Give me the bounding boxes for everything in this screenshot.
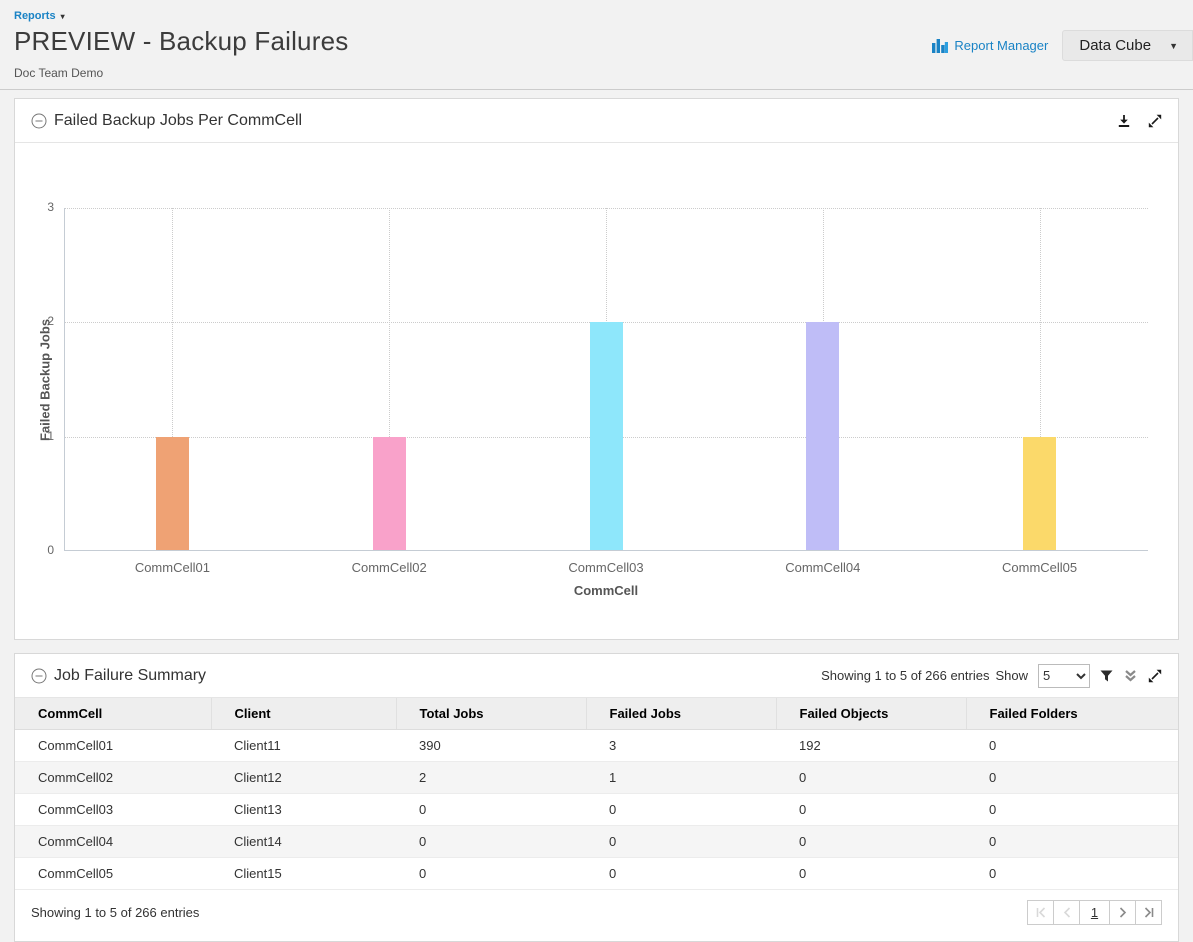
previous-page-button[interactable] <box>1053 900 1080 925</box>
table-panel-header: Job Failure Summary Showing 1 to 5 of 26… <box>15 654 1178 698</box>
x-category-label: CommCell04 <box>748 560 898 575</box>
summary-table-head: CommCellClientTotal JobsFailed JobsFaile… <box>15 698 1178 730</box>
footer-showing-text: Showing 1 to 5 of 266 entries <box>31 905 199 920</box>
last-page-button[interactable] <box>1135 900 1162 925</box>
table-footer: Showing 1 to 5 of 266 entries 1 <box>15 890 1178 941</box>
table-cell: 0 <box>396 794 586 826</box>
y-tick-label: 3 <box>14 200 54 214</box>
summary-table-body: CommCell01Client1139031920CommCell02Clie… <box>15 730 1178 890</box>
table-row[interactable]: CommCell03Client130000 <box>15 794 1178 826</box>
table-cell: CommCell02 <box>15 762 211 794</box>
table-panel-title-text: Job Failure Summary <box>54 667 206 685</box>
expand-icon[interactable] <box>1148 114 1162 128</box>
chart-panel: Failed Backup Jobs Per CommCell 0123Comm… <box>14 98 1179 640</box>
current-page-button[interactable]: 1 <box>1079 900 1110 925</box>
table-row[interactable]: CommCell01Client1139031920 <box>15 730 1178 762</box>
page-header: Reports ▾ PREVIEW - Backup Failures Repo… <box>0 0 1193 90</box>
column-header[interactable]: Failed Jobs <box>586 698 776 730</box>
table-cell: Client12 <box>211 762 396 794</box>
expand-icon[interactable] <box>1148 669 1162 683</box>
chart-body: 0123CommCell01CommCell02CommCell03CommCe… <box>15 143 1178 639</box>
table-row[interactable]: CommCell04Client140000 <box>15 826 1178 858</box>
y-tick-label: 0 <box>14 543 54 557</box>
y-axis-title: Failed Backup Jobs <box>38 318 53 440</box>
table-row[interactable]: CommCell02Client122100 <box>15 762 1178 794</box>
chart-panel-header: Failed Backup Jobs Per CommCell <box>15 99 1178 143</box>
table-cell: 0 <box>396 858 586 890</box>
bar-chart-icon <box>932 38 948 53</box>
column-header[interactable]: Failed Folders <box>966 698 1178 730</box>
show-label: Show <box>995 668 1028 683</box>
table-cell: Client11 <box>211 730 396 762</box>
table-cell: CommCell03 <box>15 794 211 826</box>
filter-icon[interactable] <box>1100 670 1113 682</box>
table-cell: Client14 <box>211 826 396 858</box>
data-cube-dropdown[interactable]: Data Cube ▼ <box>1062 30 1193 61</box>
table-cell: 390 <box>396 730 586 762</box>
table-cell: CommCell01 <box>15 730 211 762</box>
table-cell: 0 <box>776 762 966 794</box>
next-page-button[interactable] <box>1109 900 1136 925</box>
chart-panel-title: Failed Backup Jobs Per CommCell <box>31 112 302 130</box>
column-header[interactable]: Total Jobs <box>396 698 586 730</box>
table-cell: Client13 <box>211 794 396 826</box>
summary-table: CommCellClientTotal JobsFailed JobsFaile… <box>15 698 1178 890</box>
chart-panel-title-text: Failed Backup Jobs Per CommCell <box>54 112 302 130</box>
column-header[interactable]: CommCell <box>15 698 211 730</box>
report-manager-link[interactable]: Report Manager <box>932 38 1048 53</box>
download-icon[interactable] <box>1117 114 1131 128</box>
page-subtitle: Doc Team Demo <box>14 66 1179 80</box>
chevron-down-icon: ▼ <box>1169 41 1178 51</box>
table-cell: Client15 <box>211 858 396 890</box>
collapse-icon[interactable] <box>31 113 47 129</box>
report-manager-label: Report Manager <box>954 38 1048 53</box>
double-chevron-down-icon[interactable] <box>1123 669 1138 683</box>
x-axis-title: CommCell <box>64 583 1148 598</box>
chart-bar[interactable] <box>1023 437 1056 551</box>
chart-bar[interactable] <box>373 437 406 551</box>
table-cell: 0 <box>396 826 586 858</box>
table-cell: 0 <box>586 794 776 826</box>
table-cell: 0 <box>776 794 966 826</box>
table-cell: 0 <box>966 730 1178 762</box>
breadcrumb-label: Reports <box>14 10 56 22</box>
table-cell: CommCell05 <box>15 858 211 890</box>
x-category-label: CommCell05 <box>965 560 1115 575</box>
table-cell: 0 <box>586 826 776 858</box>
collapse-icon[interactable] <box>31 668 47 684</box>
chart-bar[interactable] <box>806 322 839 551</box>
table-cell: 0 <box>966 794 1178 826</box>
table-cell: 2 <box>396 762 586 794</box>
table-cell: 192 <box>776 730 966 762</box>
page-title: PREVIEW - Backup Failures <box>14 26 348 57</box>
column-header[interactable]: Failed Objects <box>776 698 966 730</box>
chart-bar[interactable] <box>156 437 189 551</box>
data-cube-label: Data Cube <box>1079 37 1151 54</box>
table-cell: 1 <box>586 762 776 794</box>
table-cell: 0 <box>776 826 966 858</box>
table-row[interactable]: CommCell05Client150000 <box>15 858 1178 890</box>
table-panel-title: Job Failure Summary <box>31 667 206 685</box>
x-category-label: CommCell02 <box>314 560 464 575</box>
breadcrumb-reports-link[interactable]: Reports ▾ <box>14 10 65 22</box>
table-cell: 0 <box>966 858 1178 890</box>
table-cell: 0 <box>776 858 966 890</box>
table-cell: CommCell04 <box>15 826 211 858</box>
chart-bar[interactable] <box>590 322 623 551</box>
table-cell: 3 <box>586 730 776 762</box>
page-size-select[interactable]: 5 <box>1038 664 1090 688</box>
header-row: CommCellClientTotal JobsFailed JobsFaile… <box>15 698 1178 730</box>
column-header[interactable]: Client <box>211 698 396 730</box>
table-cell: 0 <box>586 858 776 890</box>
chevron-down-icon: ▾ <box>61 12 65 21</box>
first-page-button[interactable] <box>1027 900 1054 925</box>
x-category-label: CommCell01 <box>97 560 247 575</box>
x-category-label: CommCell03 <box>531 560 681 575</box>
pagination: 1 <box>1028 900 1162 925</box>
table-cell: 0 <box>966 762 1178 794</box>
table-panel: Job Failure Summary Showing 1 to 5 of 26… <box>14 653 1179 942</box>
showing-entries-text: Showing 1 to 5 of 266 entries <box>821 668 989 683</box>
table-cell: 0 <box>966 826 1178 858</box>
